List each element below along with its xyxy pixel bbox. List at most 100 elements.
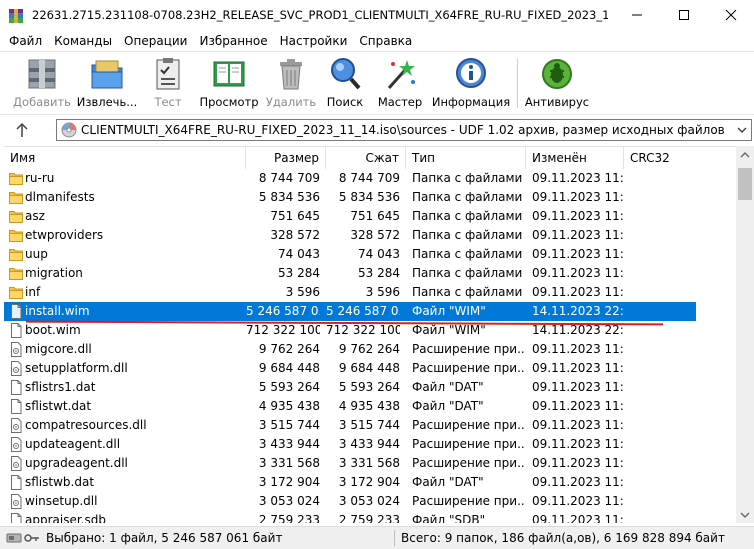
menu-help[interactable]: Справка <box>353 31 418 51</box>
file-row[interactable]: inf 3 596 3 596 Папка с файлами 09.11.2023 1… <box>4 283 696 302</box>
menu-file[interactable]: Файл <box>3 31 48 51</box>
file-type: Расширение при... <box>412 437 524 451</box>
scroll-up-button[interactable] <box>736 146 754 163</box>
add-archive-icon <box>28 59 56 89</box>
file-row[interactable]: sflistrs1.dat 5 593 264 5 593 264 Файл "DAT… <box>4 378 696 397</box>
file-packed: 328 572 <box>350 228 400 242</box>
winrar-app-icon[interactable] <box>8 8 24 24</box>
file-type: Расширение при... <box>412 456 524 470</box>
menu-settings[interactable]: Настройки <box>274 31 354 51</box>
file-name: dlmanifests <box>25 190 95 204</box>
file-name: inf <box>25 285 41 299</box>
disk-key-icon[interactable] <box>6 531 40 545</box>
file-row[interactable]: install.wim 5 246 587 0... 5 246 587 0... Ф… <box>4 302 696 321</box>
disc-image-icon <box>61 122 77 138</box>
column-header-packed[interactable]: Сжат <box>326 147 406 169</box>
antivirus-button[interactable]: Антивирус <box>524 54 590 112</box>
address-field[interactable]: CLIENTMULTI_X64FRE_RU-RU_FIXED_2023_11_1… <box>56 119 752 141</box>
file-name: setupplatform.dll <box>25 361 128 375</box>
folder-icon <box>9 230 23 242</box>
add-button[interactable]: Добавить <box>12 54 72 112</box>
up-arrow-icon[interactable] <box>12 121 32 139</box>
test-button[interactable]: Тест <box>142 54 194 112</box>
dll-file-icon <box>11 342 22 357</box>
chevron-down-icon[interactable] <box>735 123 749 137</box>
file-row[interactable]: sflistwb.dat 3 172 904 3 172 904 Файл "DAT"… <box>4 473 696 492</box>
column-header-crc[interactable]: CRC32 <box>624 147 696 169</box>
find-button[interactable]: Поиск <box>322 54 368 112</box>
file-icon <box>11 399 22 414</box>
file-name: sflistwt.dat <box>25 399 92 413</box>
file-row[interactable]: dlmanifests 5 834 536 5 834 536 Папка с фай… <box>4 188 696 207</box>
file-name: uup <box>25 247 48 261</box>
delete-button[interactable]: Удалить <box>264 54 318 112</box>
file-type: Расширение при... <box>412 342 524 356</box>
file-packed: 9 762 264 <box>338 342 400 356</box>
file-type: Расширение при... <box>412 361 524 375</box>
file-packed: 53 284 <box>358 266 400 280</box>
file-size: 5 834 536 <box>258 190 320 204</box>
file-modified: 09.11.2023 11:55 <box>532 228 624 242</box>
menu-commands[interactable]: Команды <box>48 31 118 51</box>
file-row[interactable]: compatresources.dll 3 515 744 3 515 744 Рас… <box>4 416 696 435</box>
file-row[interactable]: uup 74 043 74 043 Папка с файлами 09.11.2023… <box>4 245 696 264</box>
column-header-type[interactable]: Тип <box>406 147 526 169</box>
info-label: Информация <box>431 95 511 109</box>
file-row[interactable]: asz 751 645 751 645 Папка с файлами 09.11.20… <box>4 207 696 226</box>
wizard-button[interactable]: Мастер <box>374 54 426 112</box>
file-name: install.wim <box>25 304 90 318</box>
file-size: 74 043 <box>278 247 320 261</box>
file-row[interactable]: migration 53 284 53 284 Папка с файлами 09.1… <box>4 264 696 283</box>
file-row[interactable]: winsetup.dll 3 053 024 3 053 024 Расширение… <box>4 492 696 511</box>
file-type: Папка с файлами <box>412 285 523 299</box>
file-size: 3 053 024 <box>258 494 320 508</box>
minimize-button[interactable] <box>614 0 660 30</box>
file-type: Файл "SDB" <box>412 513 486 523</box>
file-name: migration <box>25 266 83 280</box>
file-row[interactable]: upgradeagent.dll 3 331 568 3 331 568 Расшир… <box>4 454 696 473</box>
magnifier-icon <box>331 58 361 90</box>
status-bar: Выбрано: 1 файл, 5 246 587 061 байт Всег… <box>0 526 754 549</box>
file-modified: 09.11.2023 11:55 <box>532 190 624 204</box>
view-label: Просмотр <box>199 95 259 109</box>
file-modified: 09.11.2023 11:55 <box>532 456 624 470</box>
file-size: 3 331 568 <box>258 456 320 470</box>
vertical-scrollbar[interactable] <box>736 146 754 523</box>
file-name: etwproviders <box>25 228 104 242</box>
column-header-size[interactable]: Размер <box>246 147 326 169</box>
column-header-modified[interactable]: Изменён <box>526 147 624 169</box>
file-row[interactable]: setupplatform.dll 9 684 448 9 684 448 Расши… <box>4 359 696 378</box>
file-row[interactable]: updateagent.dll 3 433 944 3 433 944 Расшире… <box>4 435 696 454</box>
close-button[interactable] <box>708 0 754 30</box>
test-label: Тест <box>154 95 182 109</box>
file-name: winsetup.dll <box>25 494 98 508</box>
file-packed: 74 043 <box>358 247 400 261</box>
file-row[interactable]: appraiser.sdb 2 759 233 2 759 233 Файл "SDB… <box>4 511 696 523</box>
menu-operations[interactable]: Операции <box>118 31 193 51</box>
file-row[interactable]: migcore.dll 9 762 264 9 762 264 Расширение … <box>4 340 696 359</box>
file-icon <box>11 304 22 319</box>
scroll-down-button[interactable] <box>736 506 754 523</box>
file-name: boot.wim <box>25 323 81 337</box>
scroll-thumb[interactable] <box>738 168 752 200</box>
file-row[interactable]: ru-ru 8 744 709 8 744 709 Папка с файлами 09… <box>4 169 696 188</box>
column-header-name[interactable]: Имя <box>4 147 246 169</box>
file-size: 9 684 448 <box>258 361 320 375</box>
file-size: 3 172 904 <box>258 475 320 489</box>
file-modified: 09.11.2023 11:55 <box>532 437 624 451</box>
extract-button[interactable]: Извлечь... <box>76 54 138 112</box>
view-button[interactable]: Просмотр <box>198 54 260 112</box>
file-row[interactable]: sflistwt.dat 4 935 438 4 935 438 Файл "DAT"… <box>4 397 696 416</box>
menu-favorites[interactable]: Избранное <box>193 31 273 51</box>
file-row[interactable]: etwproviders 328 572 328 572 Папка с файлам… <box>4 226 696 245</box>
file-icon <box>11 323 22 338</box>
maximize-button[interactable] <box>661 0 707 30</box>
folder-icon <box>9 192 23 204</box>
folder-icon <box>9 211 23 223</box>
file-modified: 14.11.2023 22:08 <box>532 304 624 318</box>
file-size: 8 744 709 <box>258 171 320 185</box>
file-icon <box>11 513 22 523</box>
status-total: Всего: 9 папок, 186 файл(а,ов), 6 169 82… <box>401 531 725 545</box>
info-button[interactable]: Информация <box>430 54 512 112</box>
file-size: 5 246 587 0... <box>246 304 320 318</box>
